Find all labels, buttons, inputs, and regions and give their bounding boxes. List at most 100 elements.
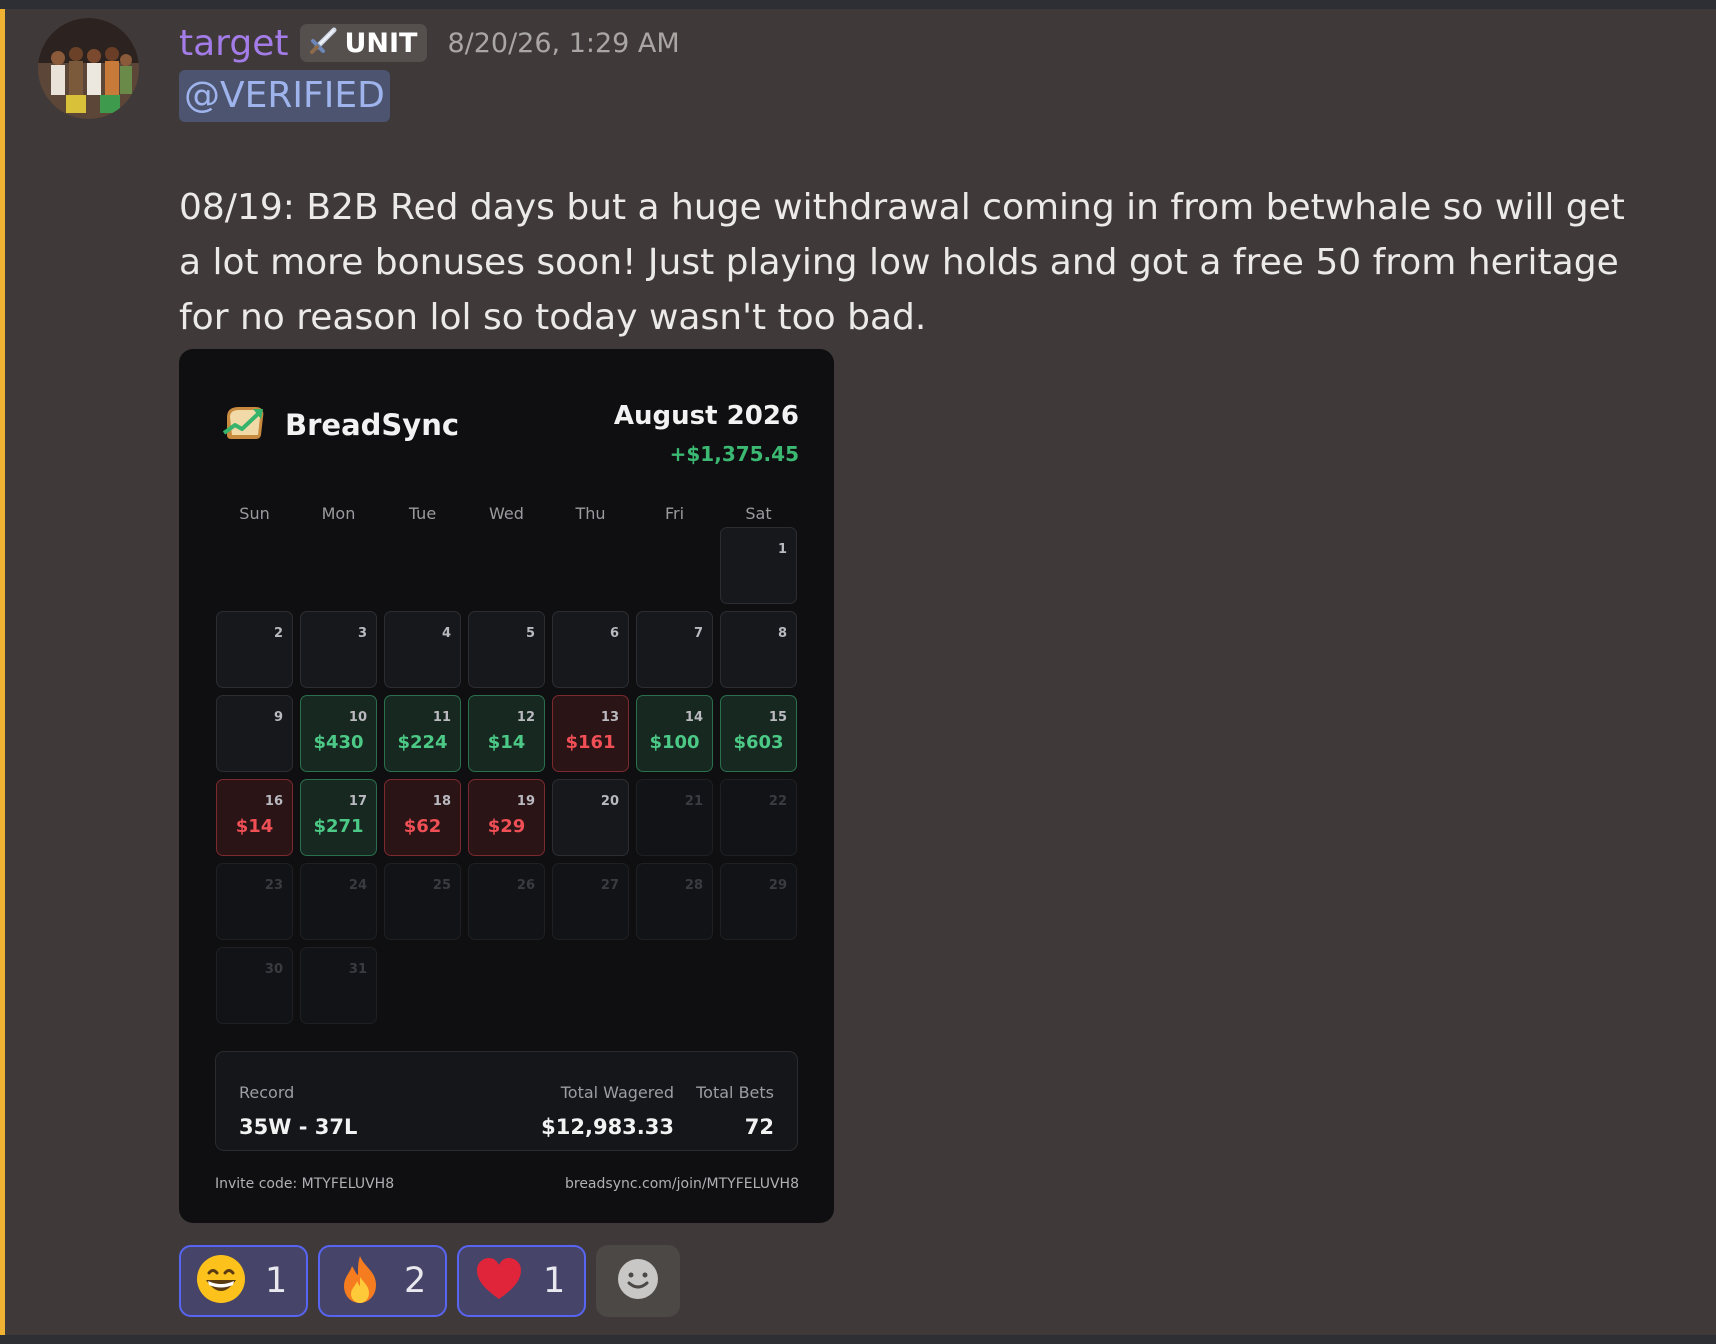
wagered-label: Total Wagered bbox=[560, 1083, 674, 1102]
day-number: 20 bbox=[600, 794, 619, 809]
calendar-day-loss: 13 $161 bbox=[552, 695, 629, 772]
day-amount: $14 bbox=[235, 816, 274, 837]
message-header: target UNIT 8/20/26, 1:29 AM bbox=[179, 20, 680, 66]
calendar-day-win: 17 $271 bbox=[300, 779, 377, 856]
calendar-day-future: 25 bbox=[384, 863, 461, 940]
reaction-grinning[interactable]: 1 bbox=[179, 1245, 308, 1317]
calendar-day-future: 21 bbox=[636, 779, 713, 856]
day-amount: $271 bbox=[313, 816, 364, 837]
add-reaction-button[interactable] bbox=[596, 1245, 680, 1317]
bread-logo-icon bbox=[221, 403, 267, 447]
tag-label: UNIT bbox=[344, 27, 418, 59]
reaction-count: 2 bbox=[404, 1261, 427, 1301]
stats-panel: Record 35W - 37L Total Wagered $12,983.3… bbox=[215, 1051, 798, 1151]
calendar-day: 1 bbox=[720, 527, 797, 604]
day-number: 19 bbox=[516, 794, 535, 809]
calendar-day: 8 bbox=[720, 611, 797, 688]
calendar-day-win: 15 $603 bbox=[720, 695, 797, 772]
server-tag[interactable]: UNIT bbox=[300, 24, 428, 62]
avatar[interactable] bbox=[38, 18, 139, 119]
day-number: 13 bbox=[600, 710, 619, 725]
calendar-day: 4 bbox=[384, 611, 461, 688]
day-number: 25 bbox=[432, 878, 451, 893]
day-number: 24 bbox=[348, 878, 367, 893]
weekday-label: Mon bbox=[321, 504, 356, 523]
calendar-day-future: 31 bbox=[300, 947, 377, 1024]
calendar-image-attachment[interactable]: BreadSync August 2026 +$1,375.45 Sun Mon… bbox=[179, 349, 834, 1223]
weekday-label: Fri bbox=[664, 504, 685, 523]
reaction-count: 1 bbox=[543, 1261, 566, 1301]
day-number: 31 bbox=[348, 962, 367, 977]
calendar-day-future: 22 bbox=[720, 779, 797, 856]
calendar-day-future: 28 bbox=[636, 863, 713, 940]
day-amount: $161 bbox=[565, 732, 616, 753]
role-mention[interactable]: @VERIFIED bbox=[179, 70, 390, 122]
calendar-day-future: 30 bbox=[216, 947, 293, 1024]
username[interactable]: target bbox=[179, 23, 288, 64]
calendar-day-loss: 18 $62 bbox=[384, 779, 461, 856]
day-number: 6 bbox=[609, 626, 619, 641]
brand: BreadSync bbox=[221, 403, 459, 447]
day-amount: $14 bbox=[487, 732, 526, 753]
timestamp[interactable]: 8/20/26, 1:29 AM bbox=[447, 28, 679, 59]
calendar-day-future: 23 bbox=[216, 863, 293, 940]
bets-label: Total Bets bbox=[696, 1083, 774, 1102]
day-amount: $224 bbox=[397, 732, 448, 753]
weekday-label: Sat bbox=[745, 504, 772, 523]
day-number: 3 bbox=[357, 626, 367, 641]
day-amount: $100 bbox=[649, 732, 700, 753]
brand-name: BreadSync bbox=[285, 408, 460, 442]
message-text: 08/19: B2B Red days but a huge withdrawa… bbox=[179, 187, 1625, 338]
calendar-day-future: 29 bbox=[720, 863, 797, 940]
calendar-day-win: 10 $430 bbox=[300, 695, 377, 772]
day-number: 5 bbox=[525, 626, 535, 641]
weekday-label: Wed bbox=[489, 504, 524, 523]
calendar-day: 9 bbox=[216, 695, 293, 772]
reaction-heart[interactable]: 1 bbox=[457, 1245, 586, 1317]
reaction-count: 1 bbox=[265, 1261, 288, 1301]
day-amount: $62 bbox=[403, 816, 442, 837]
sword-icon bbox=[308, 26, 338, 60]
calendar-day-win: 14 $100 bbox=[636, 695, 713, 772]
calendar-day-future: 27 bbox=[552, 863, 629, 940]
day-number: 30 bbox=[264, 962, 283, 977]
day-number: 14 bbox=[684, 710, 703, 725]
day-number: 16 bbox=[264, 794, 283, 809]
day-number: 28 bbox=[684, 878, 703, 893]
calendar-day-loss: 16 $14 bbox=[216, 779, 293, 856]
bets-value: 72 bbox=[744, 1115, 774, 1139]
day-number: 11 bbox=[432, 710, 451, 725]
invite-code: Invite code: MTYFELUVH8 bbox=[215, 1176, 395, 1192]
day-amount: $430 bbox=[313, 732, 364, 753]
fire-icon bbox=[334, 1253, 386, 1309]
day-number: 10 bbox=[348, 710, 367, 725]
day-number: 8 bbox=[777, 626, 787, 641]
reaction-fire[interactable]: 2 bbox=[318, 1245, 447, 1317]
day-number: 4 bbox=[441, 626, 451, 641]
add-reaction-smiley-icon bbox=[616, 1257, 660, 1305]
record-label: Record bbox=[239, 1083, 295, 1102]
weekday-label: Thu bbox=[575, 504, 606, 523]
day-number: 27 bbox=[600, 878, 619, 893]
day-number: 7 bbox=[693, 626, 703, 641]
grinning-face-icon bbox=[195, 1253, 247, 1309]
calendar-day: 7 bbox=[636, 611, 713, 688]
day-number: 23 bbox=[264, 878, 283, 893]
day-number: 22 bbox=[768, 794, 787, 809]
calendar-day-future: 24 bbox=[300, 863, 377, 940]
calendar-day-future: 26 bbox=[468, 863, 545, 940]
day-number: 29 bbox=[768, 878, 787, 893]
wagered-value: $12,983.33 bbox=[541, 1115, 674, 1139]
day-number: 2 bbox=[273, 626, 283, 641]
calendar-day-win: 11 $224 bbox=[384, 695, 461, 772]
calendar-day: 3 bbox=[300, 611, 377, 688]
calendar-day-today: 20 bbox=[552, 779, 629, 856]
month-title: August 2026 bbox=[613, 401, 799, 431]
red-heart-icon bbox=[473, 1253, 525, 1309]
calendar-day-win: 12 $14 bbox=[468, 695, 545, 772]
day-number: 17 bbox=[348, 794, 367, 809]
calendar-day: 2 bbox=[216, 611, 293, 688]
day-number: 15 bbox=[768, 710, 787, 725]
weekday-label: Sun bbox=[239, 504, 270, 523]
day-number: 18 bbox=[432, 794, 451, 809]
